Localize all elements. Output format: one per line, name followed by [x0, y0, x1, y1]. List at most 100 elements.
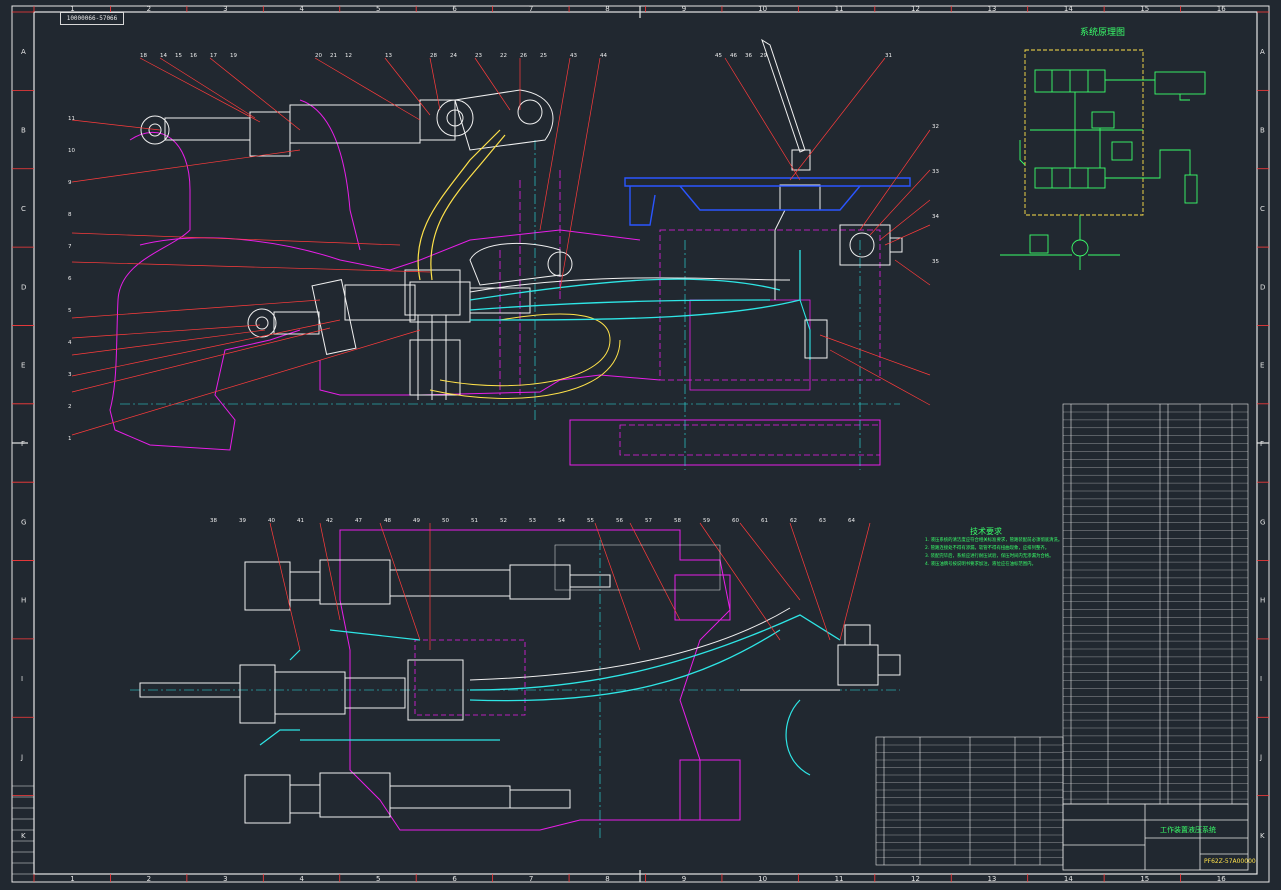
frame-rail-1: [569, 419, 881, 466]
callout-label: 62: [790, 518, 797, 524]
schematic-title: 系统原理图: [1080, 28, 1126, 38]
column-label: 6: [452, 875, 457, 883]
column-label: 2: [147, 5, 151, 13]
callout-label: 59: [703, 518, 710, 524]
column-label: 4: [300, 5, 305, 13]
tech-notes-title: 技术要求: [970, 527, 1002, 536]
gear-pump: [839, 224, 903, 266]
callout-label: 4: [68, 340, 72, 346]
column-label: 16: [1217, 5, 1226, 13]
callout-label: 24: [450, 53, 457, 59]
row-label: E: [21, 362, 25, 370]
plan-hose-cyan-1: [469, 614, 841, 691]
callout-label: 53: [529, 518, 536, 524]
inner-frame: [33, 11, 1258, 875]
row-label: F: [1260, 440, 1264, 448]
callout-label: 39: [239, 518, 246, 524]
callout-label: 1: [68, 436, 72, 442]
callout-label: 52: [500, 518, 507, 524]
zone-grid: [12, 6, 1269, 882]
control-platform: [624, 177, 911, 226]
plan-cross-1: [414, 639, 526, 716]
boom-cylinder: [140, 99, 474, 157]
row-label: K: [1260, 832, 1265, 840]
row-label: B: [1260, 127, 1265, 135]
plan-mount-2: [679, 759, 741, 821]
loader-body-outline: [109, 131, 301, 451]
callout-label: 14: [160, 53, 167, 59]
callout-label: 43: [570, 53, 577, 59]
column-label: 9: [682, 5, 686, 13]
row-label: I: [1260, 675, 1262, 683]
column-label: 13: [987, 5, 996, 13]
callout-label: 44: [600, 53, 607, 59]
hose-cyan-1: [469, 278, 781, 301]
plan-pump: [837, 624, 901, 686]
outer-frame: [11, 5, 1270, 883]
valve-block: [404, 269, 461, 400]
callout-label: 29: [760, 53, 767, 59]
column-label: 10: [758, 5, 767, 13]
column-label: 8: [605, 875, 609, 883]
row-label: A: [21, 48, 26, 56]
column-label: 6: [452, 5, 457, 13]
zone-labels: 1122334455667788991010111112121313141415…: [20, 5, 1265, 883]
callout-label: 47: [355, 518, 362, 524]
loader-arm-outline: [139, 229, 641, 271]
callout-label: 56: [616, 518, 623, 524]
callout-label: 5: [68, 308, 72, 314]
row-label: J: [1259, 753, 1262, 761]
column-label: 13: [987, 875, 996, 883]
row-label: E: [1260, 362, 1264, 370]
callout-label: 28: [430, 53, 437, 59]
callout-label: 31: [885, 53, 892, 59]
callout-label: 26: [520, 53, 527, 59]
callout-label: 33: [932, 169, 939, 175]
column-label: 3: [223, 875, 227, 883]
row-label: G: [1260, 518, 1265, 526]
callout-label: 6: [68, 276, 72, 282]
callout-label: 63: [819, 518, 826, 524]
column-label: 15: [1140, 875, 1149, 883]
callout-label: 23: [475, 53, 482, 59]
callout-label: 51: [471, 518, 478, 524]
callout-label: 45: [715, 53, 722, 59]
column-label: 8: [605, 5, 609, 13]
plan-mount-1: [674, 574, 731, 621]
column-label: 1: [70, 875, 74, 883]
callout-label: 25: [540, 53, 547, 59]
callout-label: 55: [587, 518, 594, 524]
callout-label: 60: [732, 518, 739, 524]
dimension-outline: [554, 544, 721, 591]
bucket-curve: [299, 99, 361, 251]
plan-view-assembly: [130, 529, 901, 840]
callout-label: 58: [674, 518, 681, 524]
parts-list-table: [1062, 403, 1249, 805]
column-label: 5: [376, 875, 380, 883]
column-label: 15: [1140, 5, 1149, 13]
callout-label: 41: [297, 518, 304, 524]
column-label: 4: [300, 875, 305, 883]
tech-note-4: 4. 液压油牌号按说明书要求加注，液位应在油标范围内。: [925, 562, 1036, 567]
callout-label: 8: [68, 212, 72, 218]
left-stamp-table: [11, 785, 35, 875]
callout-label: 16: [190, 53, 197, 59]
hose-cyan-2: [469, 299, 771, 311]
callout-label: 64: [848, 518, 855, 524]
row-label: B: [21, 127, 26, 135]
hose-yellow-1: [417, 129, 501, 281]
column-label: 14: [1064, 5, 1073, 13]
frame-vertical: [499, 170, 561, 395]
callout-label: 20: [315, 53, 322, 59]
callout-label: 42: [326, 518, 333, 524]
parts-list-table-2: [875, 736, 1064, 866]
callout-label: 35: [932, 259, 939, 265]
callout-label: 19: [230, 53, 237, 59]
column-label: 9: [682, 875, 686, 883]
callout-label: 34: [932, 214, 939, 220]
plan-cylinder-lower: [244, 772, 571, 824]
row-label: J: [20, 753, 23, 761]
loader-lower-outline: [319, 360, 661, 396]
column-label: 16: [1217, 875, 1226, 883]
row-label: C: [21, 205, 26, 213]
